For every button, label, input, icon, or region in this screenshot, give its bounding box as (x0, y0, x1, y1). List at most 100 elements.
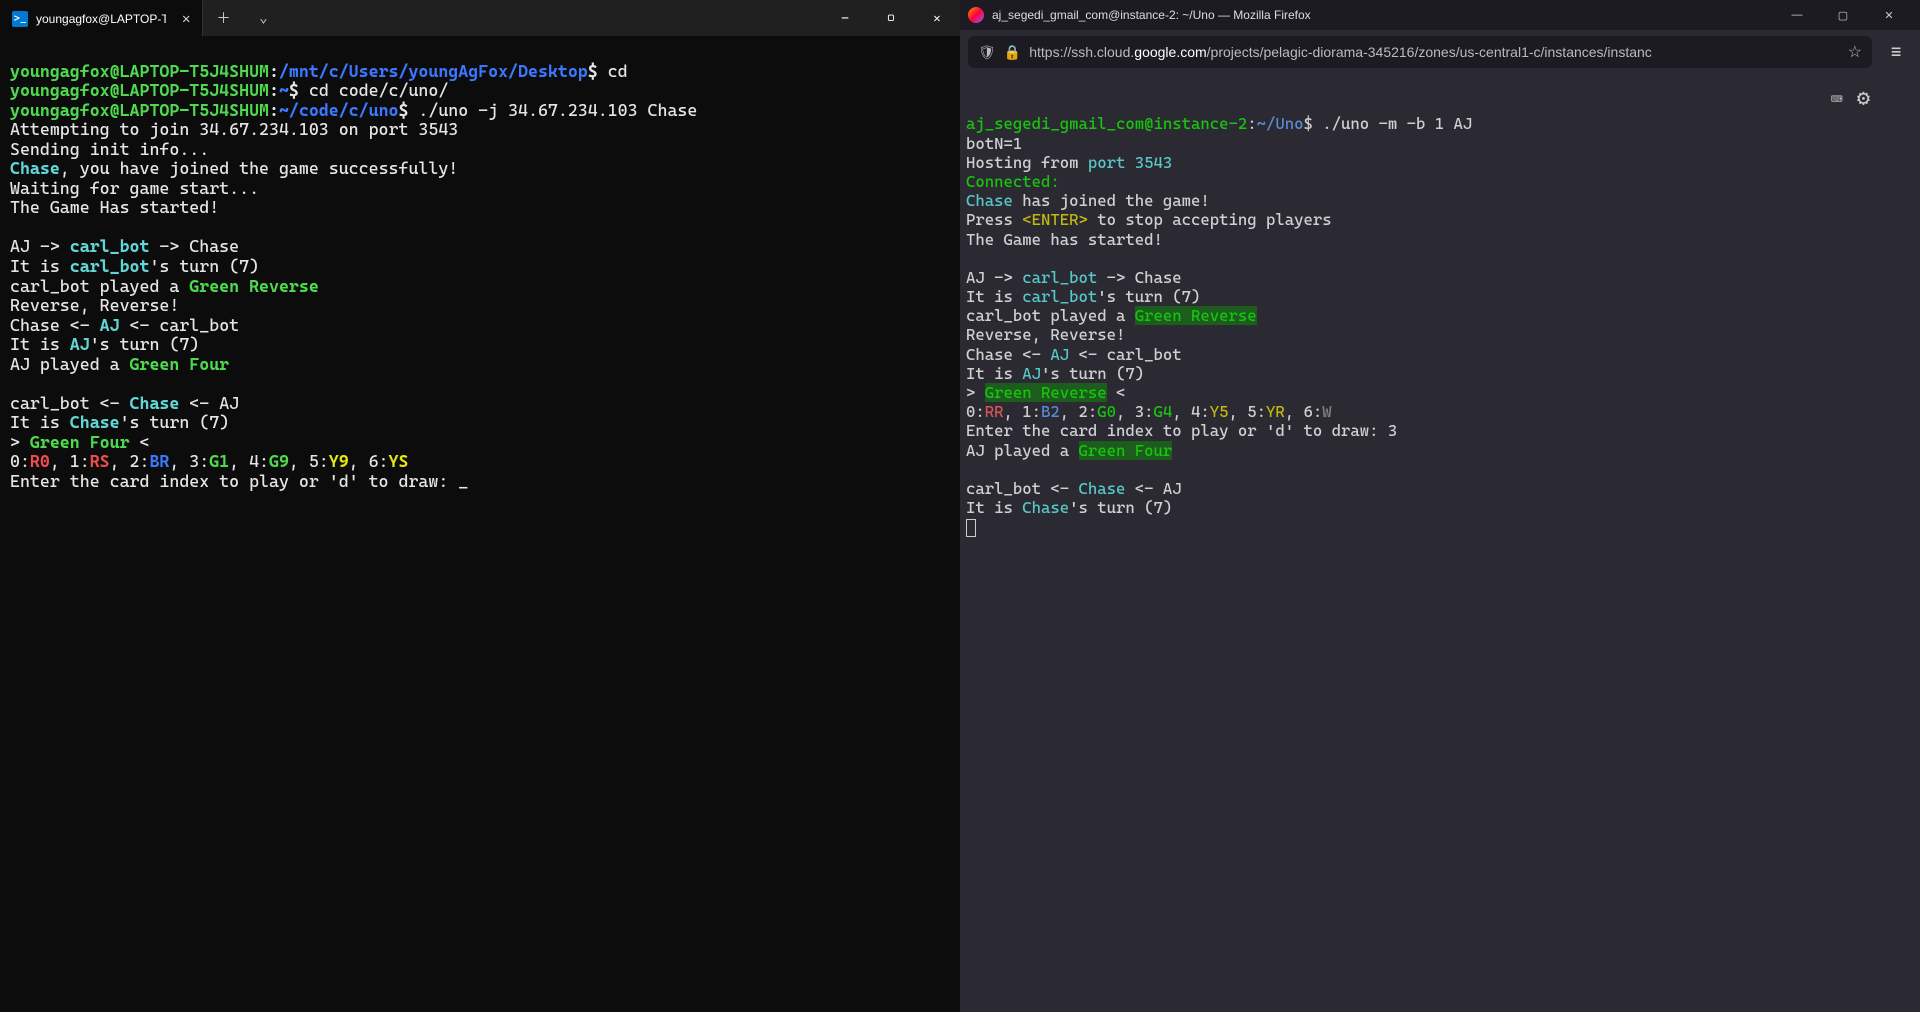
output-text: 's turn (7) (1097, 287, 1200, 306)
url-prefix: https://ssh.cloud. (1029, 44, 1134, 60)
lock-icon[interactable]: 🔒 (1004, 44, 1021, 61)
terminal-content[interactable]: youngagfox@LAPTOP-T5J4SHUM:/mnt/c/Users/… (0, 36, 960, 1012)
maximize-button[interactable]: ▢ (1820, 0, 1866, 30)
sep: , (1229, 402, 1248, 421)
window-controls: — ▢ ✕ (822, 0, 960, 36)
output-text: -> Chase (1097, 268, 1181, 287)
sep: , (169, 451, 189, 471)
output-line: botN=1 (966, 134, 1022, 153)
firefox-toolbar: 🛡 🔒 https://ssh.cloud.google.com/project… (960, 30, 1920, 74)
output-text: carl_bot played a (966, 306, 1135, 325)
card-green-four: Green Four (130, 354, 230, 374)
hand-idx: 2: (1079, 402, 1098, 421)
hand-idx: 5: (309, 451, 329, 471)
prompt-dollar: $ (289, 80, 299, 100)
prompt-userhost: youngagfox@LAPTOP-T5J4SHUM (10, 80, 269, 100)
url-bar[interactable]: 🛡 🔒 https://ssh.cloud.google.com/project… (968, 36, 1872, 68)
enter-key-hint: <ENTER> (1022, 210, 1088, 229)
card-ys: YS (389, 451, 409, 471)
sep: , (1116, 402, 1135, 421)
tab-title: youngagfox@LAPTOP-T5J4SH (36, 12, 166, 26)
card-green-reverse: Green Reverse (189, 276, 319, 296)
terminal-titlebar: >_ youngagfox@LAPTOP-T5J4SH ✕ ＋ ⌄ — ▢ ✕ (0, 0, 960, 36)
player-chase: Chase (70, 412, 120, 432)
output-text: <- carl_bot (120, 315, 240, 335)
output-line: The Game has started! (966, 230, 1163, 249)
player-carl-bot: carl_bot (1022, 287, 1097, 306)
output-text: It is (10, 412, 70, 432)
output-text: > (10, 432, 30, 452)
keyboard-icon[interactable]: ⌨ (1831, 87, 1843, 111)
prompt-dollar: $ (398, 100, 408, 120)
new-tab-button[interactable]: ＋ (203, 0, 243, 36)
output-text: has joined the game! (1013, 191, 1210, 210)
close-button[interactable]: ✕ (1866, 0, 1912, 30)
output-text: 's turn (7) (149, 256, 259, 276)
hand-idx: 0: (10, 451, 30, 471)
output-text: <- AJ (179, 393, 239, 413)
card-rr: RR (985, 402, 1004, 421)
firefox-titlebar: aj_segedi_gmail_com@instance-2: ~/Uno — … (960, 0, 1920, 30)
command-text: ./uno -m -b 1 AJ (1313, 114, 1472, 133)
maximize-button[interactable]: ▢ (868, 0, 914, 36)
card-wild: W (1322, 402, 1331, 421)
output-text: AJ -> (966, 268, 1022, 287)
prompt-dollar: $ (588, 61, 598, 81)
shield-icon[interactable]: 🛡 (978, 44, 996, 61)
hand-idx: 4: (1191, 402, 1210, 421)
output-line: The Game Has started! (10, 197, 219, 217)
output-text: <- carl_bot (1069, 345, 1182, 364)
card-rs: RS (90, 451, 110, 471)
card-g4: G4 (1154, 402, 1173, 421)
hand-idx: 4: (249, 451, 269, 471)
prompt-path: ~ (279, 80, 289, 100)
tab-close-icon[interactable]: ✕ (182, 11, 190, 27)
player-chase: Chase (1079, 479, 1126, 498)
hand-idx: 6: (1304, 402, 1323, 421)
url-text: https://ssh.cloud.google.com/projects/pe… (1029, 44, 1839, 60)
minimize-button[interactable]: — (1774, 0, 1820, 30)
player-chase: Chase (130, 393, 180, 413)
player-aj: AJ (1050, 345, 1069, 364)
firefox-icon (968, 7, 984, 23)
sep: , (1172, 402, 1191, 421)
close-button[interactable]: ✕ (914, 0, 960, 36)
ssh-terminal-content[interactable]: ⌨ ⚙ aj_segedi_gmail_com@instance-2:~/Uno… (960, 74, 1920, 1012)
command-text: ./uno -j 34.67.234.103 Chase (408, 100, 697, 120)
prompt-path: ~/Uno (1257, 114, 1304, 133)
output-text: Press (966, 210, 1022, 229)
gear-icon[interactable]: ⚙ (1857, 86, 1870, 112)
output-text: carl_bot (10, 276, 90, 296)
output-line: Reverse, Reverse! (10, 295, 179, 315)
tab-dropdown-button[interactable]: ⌄ (243, 0, 283, 36)
player-carl-bot: carl_bot (70, 236, 150, 256)
player-chase: Chase (10, 158, 60, 178)
output-text: played a (90, 276, 190, 296)
input-prompt: Enter the card index to play or 'd' to d… (966, 421, 1397, 440)
output-line: Attempting to join 34.67.234.103 on port… (10, 119, 458, 139)
hand-idx: 1: (70, 451, 90, 471)
output-text: It is (10, 334, 70, 354)
output-text: to stop accepting players (1088, 210, 1332, 229)
output-text: > (966, 383, 985, 402)
player-carl-bot: carl_bot (1022, 268, 1097, 287)
card-yr: YR (1266, 402, 1285, 421)
terminal-tab[interactable]: >_ youngagfox@LAPTOP-T5J4SH ✕ (0, 0, 203, 36)
card-b2: B2 (1041, 402, 1060, 421)
output-text: AJ played a (966, 441, 1079, 460)
cloud-shell-toolbar: ⌨ ⚙ (1831, 86, 1870, 112)
card-y5: Y5 (1210, 402, 1229, 421)
sep: , (289, 451, 309, 471)
card-g1: G1 (209, 451, 229, 471)
titlebar-drag-region[interactable] (283, 0, 822, 36)
hamburger-menu-icon[interactable]: ≡ (1880, 36, 1912, 68)
minimize-button[interactable]: — (822, 0, 868, 36)
output-text: Hosting from (966, 153, 1088, 172)
terminal-cursor (966, 519, 976, 537)
bookmark-star-icon[interactable]: ☆ (1848, 42, 1862, 62)
prompt-userhost: youngagfox@LAPTOP-T5J4SHUM (10, 61, 269, 81)
window-controls: — ▢ ✕ (1774, 0, 1912, 30)
output-text: It is (966, 364, 1022, 383)
sep: , (349, 451, 369, 471)
prompt-path: /mnt/c/Users/youngAgFox/Desktop (279, 61, 588, 81)
